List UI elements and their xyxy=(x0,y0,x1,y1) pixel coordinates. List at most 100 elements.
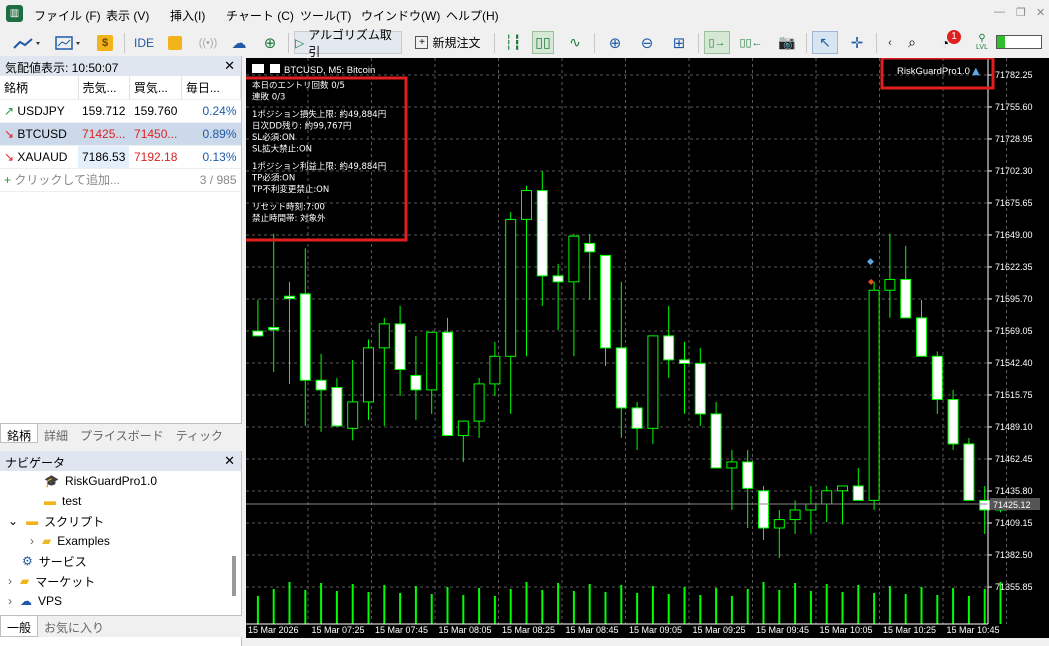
globe-icon[interactable]: ⊕ xyxy=(258,31,282,54)
quote-row[interactable]: ↘ XAUAUD 7186.53 7192.18 0.13% xyxy=(0,145,241,169)
quote-row[interactable]: ↗ USDJPY 159.712 159.760 0.24% xyxy=(0,99,241,123)
navigator-title: ナビゲータ xyxy=(5,456,66,470)
candle-bullish xyxy=(821,490,833,505)
candle-bearish xyxy=(268,326,280,331)
candlestick-icon[interactable]: ▯▯ xyxy=(532,31,554,54)
nav-item-market[interactable]: › ▰ マーケット xyxy=(8,571,95,591)
level-icon[interactable]: ⚲ LVL xyxy=(972,31,992,54)
app-icon: ▥ xyxy=(6,5,23,22)
arrow-up-icon: ↗ xyxy=(4,103,15,118)
time-tick-label: 15 Mar 10:25 xyxy=(883,625,936,635)
cursor-icon[interactable]: ↖ xyxy=(812,31,838,54)
candle-bearish xyxy=(631,407,643,429)
ask-cell: 7192.18 xyxy=(129,145,182,169)
candle-bearish xyxy=(331,386,343,427)
tab-price-board[interactable]: プライスボード xyxy=(74,424,170,443)
minimize-icon[interactable]: — xyxy=(994,6,1005,18)
auto-scroll-icon[interactable]: ▯→ xyxy=(704,31,730,54)
price-tick-label: 71728.95 xyxy=(995,134,1033,144)
line-chart-icon[interactable]: ∿ xyxy=(564,31,586,54)
candle-bearish xyxy=(394,323,406,370)
menu-file[interactable]: ファイル (F) xyxy=(34,7,101,24)
market-bag-icon: ▰ xyxy=(20,574,30,588)
close-icon[interactable]: ✕ xyxy=(1036,6,1045,19)
nav-item-examples[interactable]: › ▰ Examples xyxy=(30,531,110,551)
close-icon[interactable]: ✕ xyxy=(224,453,235,469)
gear-icon: ⚙ xyxy=(22,554,33,568)
candle-bullish xyxy=(647,335,659,429)
crosshair-icon[interactable]: ✛ xyxy=(846,31,868,54)
tab-general[interactable]: 一般 xyxy=(0,616,39,637)
price-tick-label: 71675.65 xyxy=(995,198,1033,208)
tab-favorites[interactable]: お気に入り xyxy=(38,616,110,637)
candle-bullish xyxy=(505,218,517,357)
nav-item-scripts[interactable]: ⌄ ▬ スクリプト xyxy=(8,511,104,531)
candle-bullish xyxy=(568,235,580,283)
quotes-header-row: 銘柄 売気... 買気... 毎日... xyxy=(0,76,242,100)
candle-bearish xyxy=(584,242,596,253)
tile-windows-icon[interactable]: ⊞ xyxy=(668,31,690,54)
add-symbol-row[interactable]: + クリックして追加... 3 / 985 xyxy=(0,168,241,192)
bar-chart-icon[interactable]: ┆┇ xyxy=(502,31,524,54)
plus-icon: + xyxy=(4,173,12,187)
navigator-tabs: 一般 お気に入り xyxy=(0,615,242,637)
arrow-down-icon: ↘ xyxy=(4,126,15,141)
menu-tools[interactable]: ツール(T) xyxy=(300,7,351,24)
zoom-out-icon[interactable]: ⊖ xyxy=(636,31,658,54)
nav-item-vps[interactable]: › ☁ VPS xyxy=(8,591,62,611)
time-tick-label: 15 Mar 09:05 xyxy=(629,625,682,635)
nav-item-services[interactable]: ⚙ サービス xyxy=(22,551,87,571)
time-tick-label: 15 Mar 10:45 xyxy=(947,625,1000,635)
candle-bearish xyxy=(931,355,943,401)
close-icon[interactable]: ✕ xyxy=(224,58,235,74)
tab-ticks[interactable]: ティック xyxy=(170,424,229,443)
price-tick-label: 71542.40 xyxy=(995,358,1033,368)
new-order-button[interactable]: + 新規注文 xyxy=(410,31,486,54)
new-order-label: 新規注文 xyxy=(432,36,481,50)
col-symbol[interactable]: 銘柄 xyxy=(0,76,79,100)
navigator-scrollbar[interactable] xyxy=(232,556,236,596)
market-bag-icon[interactable] xyxy=(164,31,186,54)
zoom-in-icon[interactable]: ⊕ xyxy=(604,31,626,54)
profiles-icon[interactable] xyxy=(52,31,86,54)
menu-view[interactable]: 表示 (V) xyxy=(106,7,149,24)
dollar-icon[interactable]: $ xyxy=(94,31,116,54)
toolbar-overflow-icon[interactable]: ‹ xyxy=(884,31,896,54)
signals-icon[interactable]: ((•)) xyxy=(196,31,220,54)
col-bid[interactable]: 売気... xyxy=(78,76,130,100)
price-tick-label: 71355.85 xyxy=(995,582,1033,592)
col-daily-change[interactable]: 毎日... xyxy=(181,76,242,100)
scripts-icon: ▬ xyxy=(26,514,39,528)
ask-cell: 159.760 xyxy=(129,99,182,123)
col-ask[interactable]: 買気... xyxy=(129,76,182,100)
menu-insert[interactable]: 挿入(I) xyxy=(170,7,205,24)
search-icon[interactable]: ⌕ xyxy=(902,31,922,54)
menu-help[interactable]: ヘルプ(H) xyxy=(446,7,499,24)
algo-trading-button[interactable]: ▷ アルゴリズム取引 xyxy=(294,28,402,59)
new-chart-icon[interactable] xyxy=(10,31,44,54)
bid-cell: 159.712 xyxy=(78,99,130,123)
menu-window[interactable]: ウインドウ(W) xyxy=(361,7,440,24)
candle-bearish xyxy=(536,190,548,277)
screenshot-icon[interactable]: 📷 xyxy=(776,31,798,54)
menu-chart[interactable]: チャート (C) xyxy=(226,7,294,24)
quote-row-selected[interactable]: ↘ BTCUSD 71425... 71450... 0.89% xyxy=(0,122,241,146)
tab-details[interactable]: 詳細 xyxy=(38,424,74,443)
tab-symbols[interactable]: 銘柄 xyxy=(0,424,39,443)
ide-button[interactable]: IDE xyxy=(130,31,158,54)
candle-bearish xyxy=(947,399,959,445)
cloud-icon[interactable]: ☁ xyxy=(228,31,250,54)
price-tick-label: 71702.30 xyxy=(995,166,1033,176)
price-chart[interactable]: 71782.25 71755.60 71728.95 71702.30 71675.65… xyxy=(246,58,1049,638)
folder-icon: ▰ xyxy=(42,534,52,548)
candle-bullish xyxy=(473,383,485,422)
time-tick-label: 15 Mar 2026 xyxy=(248,625,299,635)
nav-item-test[interactable]: ▬ test xyxy=(44,491,81,511)
script-icon: ▬ xyxy=(44,494,56,508)
quotes-table: 銘柄 売気... 買気... 毎日... ↗ USDJPY 159.712 15… xyxy=(0,76,242,192)
chart-shift-icon[interactable]: ▯▯← xyxy=(738,31,764,54)
restore-icon[interactable]: ❐ xyxy=(1016,6,1026,19)
ask-cell: 71450... xyxy=(129,122,182,146)
nav-item-riskguard[interactable]: 🎓 RiskGuardPro1.0 xyxy=(44,471,157,491)
ea-label[interactable]: RiskGuardPro1.0 xyxy=(897,66,970,77)
